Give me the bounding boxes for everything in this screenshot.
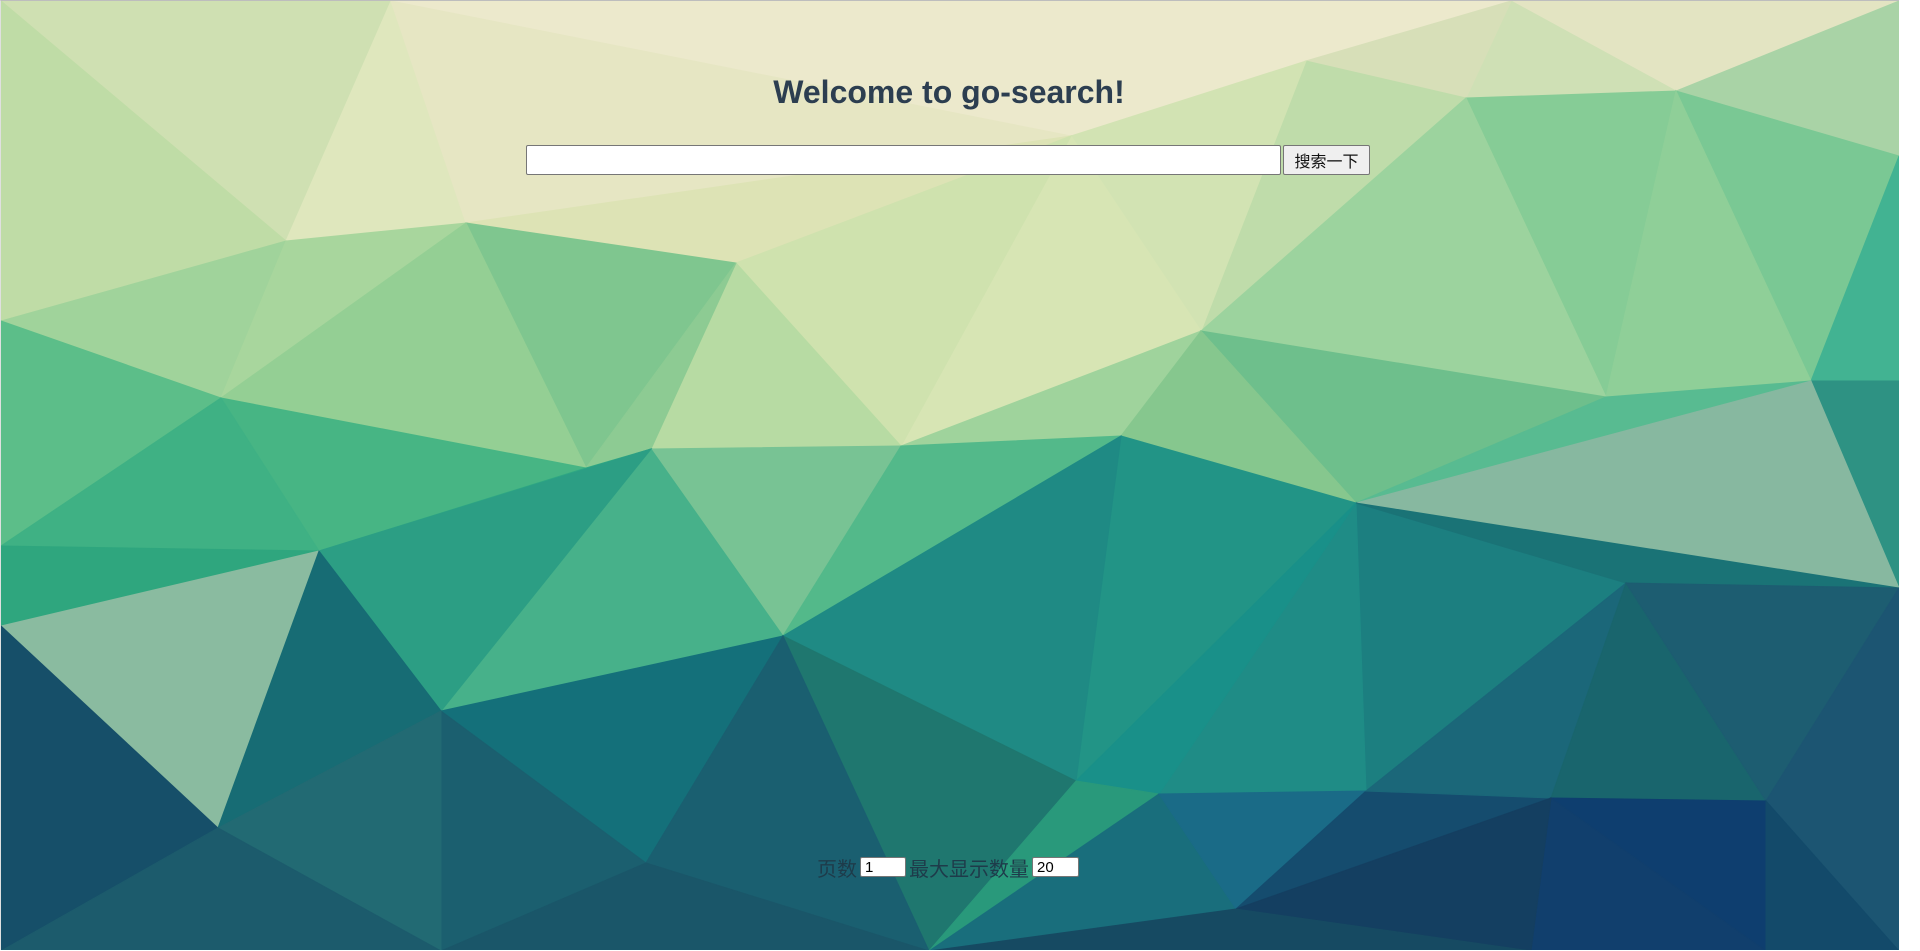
low-poly-background [0, 0, 1899, 951]
search-form: 搜索一下 [526, 144, 1370, 176]
max-results-label: 最大显示数量 [909, 856, 1029, 881]
search-input[interactable] [526, 145, 1281, 175]
page-title: Welcome to go-search! [773, 74, 1125, 110]
page-number-input[interactable] [860, 857, 906, 877]
paging-controls: 页数 最大显示数量 [817, 854, 1082, 881]
page-number-label: 页数 [817, 856, 857, 881]
search-button[interactable]: 搜索一下 [1283, 145, 1370, 175]
max-results-input[interactable] [1032, 857, 1079, 877]
right-gutter [1899, 0, 1920, 951]
page: Welcome to go-search! 搜索一下 页数 最大显示数量 [0, 0, 1920, 951]
